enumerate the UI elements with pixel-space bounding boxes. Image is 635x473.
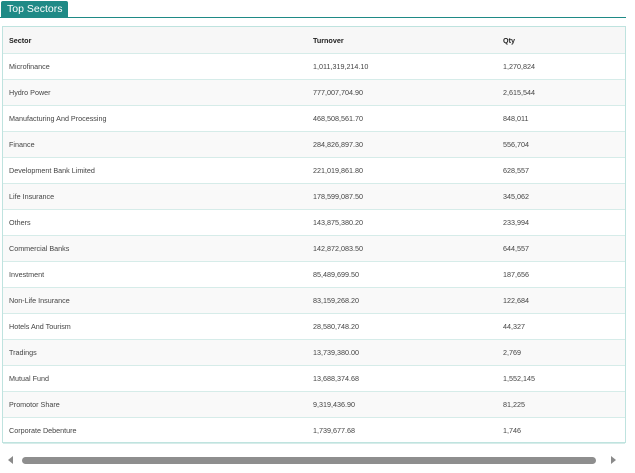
turnover-cell: 28,580,748.20 <box>307 313 497 340</box>
turnover-cell: 143,875,380.20 <box>307 209 497 236</box>
sector-cell: Commercial Banks <box>3 235 307 262</box>
turnover-cell: 1,011,319,214.10 <box>307 53 497 80</box>
header-sector[interactable]: Sector <box>3 27 307 54</box>
qty-cell: 187,656 <box>497 261 625 288</box>
table-row: Corporate Debenture 1,739,677.68 1,746 <box>3 417 625 444</box>
qty-cell: 2,769 <box>497 339 625 366</box>
turnover-cell: 83,159,268.20 <box>307 287 497 314</box>
horizontal-scrollbar[interactable] <box>0 453 626 467</box>
sector-cell: Finance <box>3 131 307 158</box>
sector-cell: Others <box>3 209 307 236</box>
sector-cell: Hotels And Tourism <box>3 313 307 340</box>
turnover-cell: 178,599,087.50 <box>307 183 497 210</box>
qty-cell: 644,557 <box>497 235 625 262</box>
turnover-cell: 13,739,380.00 <box>307 339 497 366</box>
sectors-table: Sector Turnover Qty Microfinance 1,011,3… <box>3 27 625 444</box>
table-header-row: Sector Turnover Qty <box>3 27 625 54</box>
turnover-cell: 85,489,699.50 <box>307 261 497 288</box>
turnover-cell: 13,688,374.68 <box>307 365 497 392</box>
turnover-cell: 221,019,861.80 <box>307 157 497 184</box>
table-row: Tradings 13,739,380.00 2,769 <box>3 339 625 366</box>
sector-cell: Hydro Power <box>3 79 307 106</box>
turnover-cell: 1,739,677.68 <box>307 417 497 444</box>
chevron-left-icon[interactable] <box>8 456 13 464</box>
table-row: Finance 284,826,897.30 556,704 <box>3 131 625 158</box>
table-row: Commercial Banks 142,872,083.50 644,557 <box>3 235 625 262</box>
scrollbar-thumb[interactable] <box>22 457 596 464</box>
chevron-right-icon[interactable] <box>611 456 616 464</box>
tab-bar: Top Sectors <box>0 0 626 18</box>
qty-cell: 1,270,824 <box>497 53 625 80</box>
turnover-cell: 9,319,436.90 <box>307 391 497 418</box>
header-qty[interactable]: Qty <box>497 27 625 54</box>
sectors-table-panel: Sector Turnover Qty Microfinance 1,011,3… <box>2 26 626 444</box>
table-row: Development Bank Limited 221,019,861.80 … <box>3 157 625 184</box>
turnover-cell: 284,826,897.30 <box>307 131 497 158</box>
header-turnover[interactable]: Turnover <box>307 27 497 54</box>
sector-cell: Microfinance <box>3 53 307 80</box>
tab-top-sectors[interactable]: Top Sectors <box>1 1 69 17</box>
table-row: Promotor Share 9,319,436.90 81,225 <box>3 391 625 418</box>
sector-cell: Mutual Fund <box>3 365 307 392</box>
qty-cell: 2,615,544 <box>497 79 625 106</box>
table-row: Investment 85,489,699.50 187,656 <box>3 261 625 288</box>
qty-cell: 345,062 <box>497 183 625 210</box>
table-row: Hydro Power 777,007,704.90 2,615,544 <box>3 79 625 106</box>
qty-cell: 1,746 <box>497 417 625 444</box>
qty-cell: 44,327 <box>497 313 625 340</box>
qty-cell: 81,225 <box>497 391 625 418</box>
sector-cell: Development Bank Limited <box>3 157 307 184</box>
sector-cell: Investment <box>3 261 307 288</box>
sector-cell: Corporate Debenture <box>3 417 307 444</box>
table-row: Hotels And Tourism 28,580,748.20 44,327 <box>3 313 625 340</box>
qty-cell: 233,994 <box>497 209 625 236</box>
sector-cell: Manufacturing And Processing <box>3 105 307 132</box>
sector-cell: Life Insurance <box>3 183 307 210</box>
table-row: Non-Life Insurance 83,159,268.20 122,684 <box>3 287 625 314</box>
turnover-cell: 468,508,561.70 <box>307 105 497 132</box>
table-row: Microfinance 1,011,319,214.10 1,270,824 <box>3 53 625 80</box>
sector-cell: Non-Life Insurance <box>3 287 307 314</box>
table-row: Others 143,875,380.20 233,994 <box>3 209 625 236</box>
sector-cell: Promotor Share <box>3 391 307 418</box>
qty-cell: 628,557 <box>497 157 625 184</box>
qty-cell: 848,011 <box>497 105 625 132</box>
qty-cell: 122,684 <box>497 287 625 314</box>
qty-cell: 1,552,145 <box>497 365 625 392</box>
sector-cell: Tradings <box>3 339 307 366</box>
qty-cell: 556,704 <box>497 131 625 158</box>
table-row: Mutual Fund 13,688,374.68 1,552,145 <box>3 365 625 392</box>
turnover-cell: 777,007,704.90 <box>307 79 497 106</box>
table-row: Life Insurance 178,599,087.50 345,062 <box>3 183 625 210</box>
table-row: Manufacturing And Processing 468,508,561… <box>3 105 625 132</box>
turnover-cell: 142,872,083.50 <box>307 235 497 262</box>
